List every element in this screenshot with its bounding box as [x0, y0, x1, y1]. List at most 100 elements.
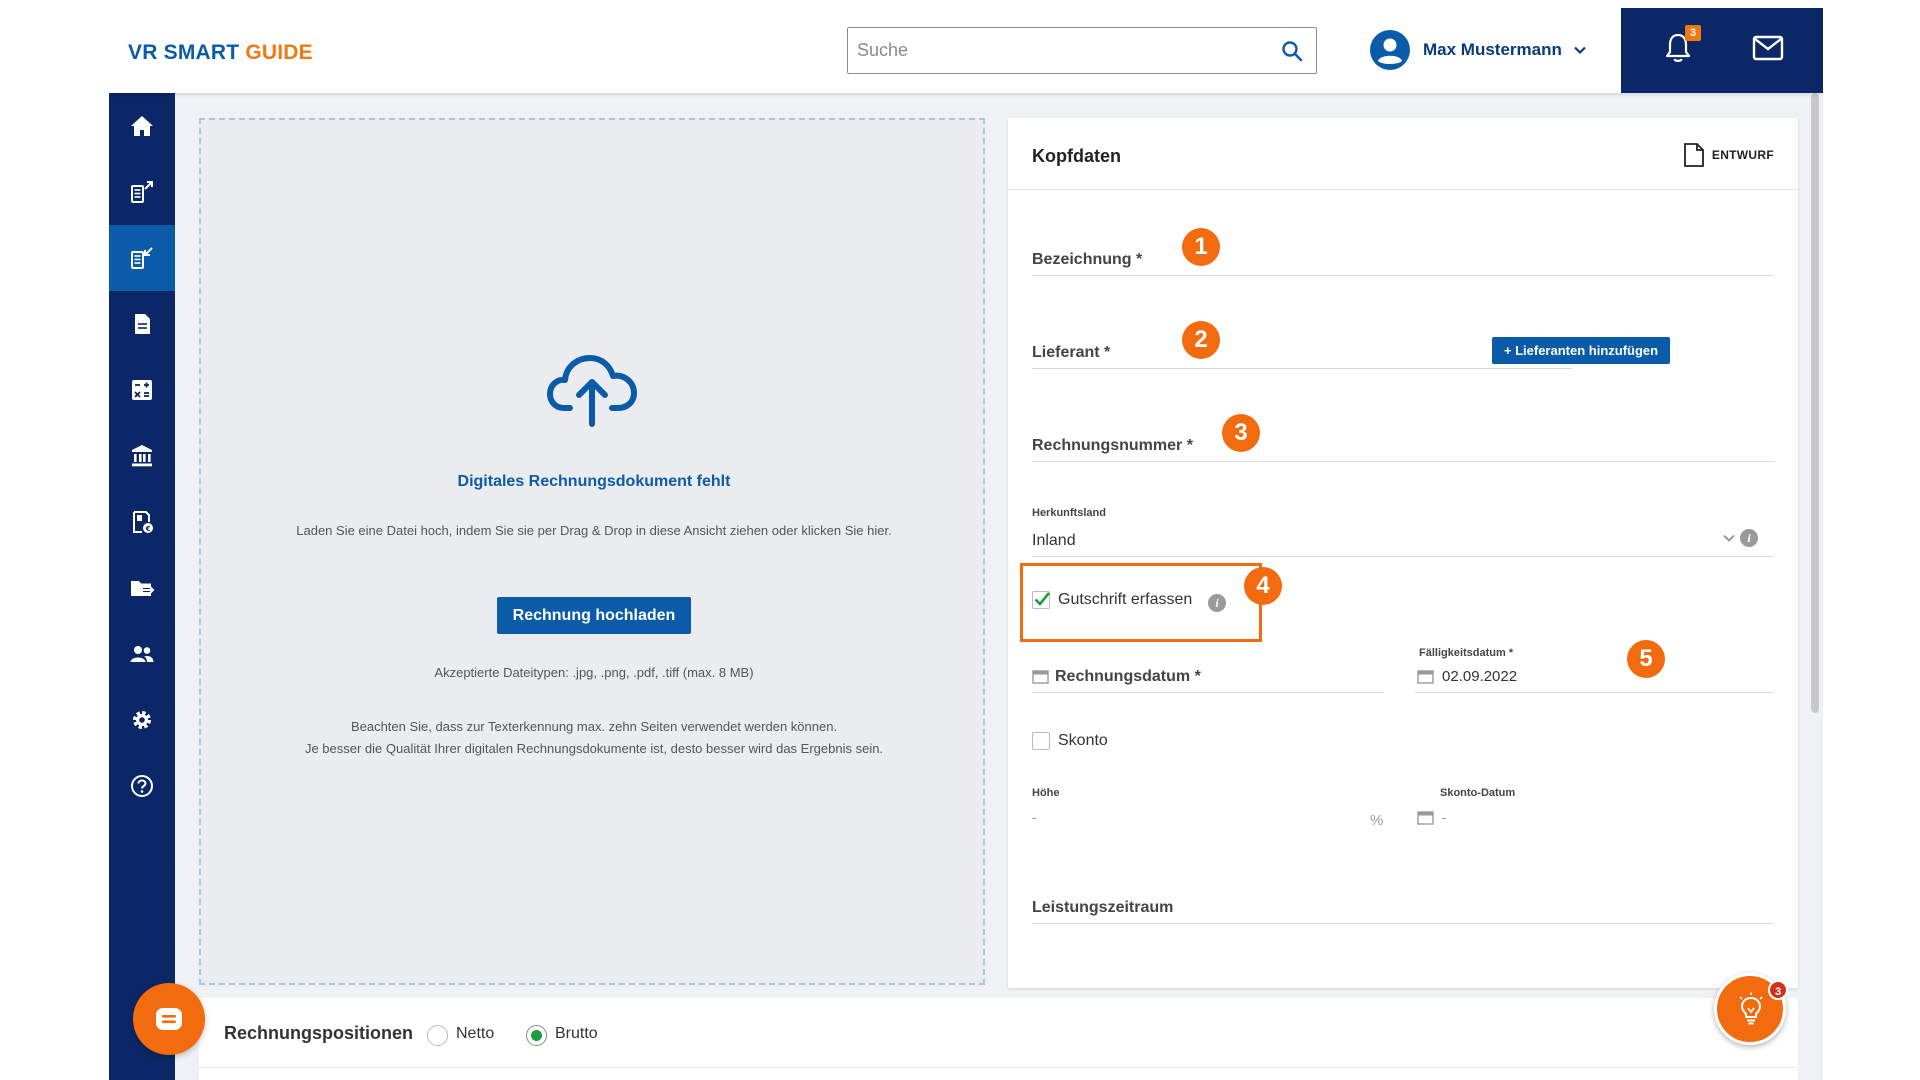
upload-description: Laden Sie eine Datei hoch, indem Sie sie… [296, 523, 892, 538]
sidebar-item-export[interactable] [109, 555, 175, 621]
invoice-positions-panel: Rechnungspositionen Netto Brutto [199, 998, 1798, 1080]
cloud-upload-icon [547, 355, 637, 427]
step-marker-3: 3 [1222, 414, 1260, 452]
sidebar-item-incoming-invoices[interactable] [109, 225, 175, 291]
chevron-down-icon[interactable] [1722, 531, 1736, 545]
gutschrift-checkbox[interactable] [1032, 591, 1051, 609]
user-name: Max Mustermann [1423, 40, 1562, 59]
skonto-datum-input[interactable]: - [1442, 809, 1447, 825]
brutto-radio[interactable] [526, 1025, 547, 1046]
app-frame: VR SMART GUIDE Max Mustermann [109, 8, 1823, 1080]
header-actions: 3 [1621, 8, 1823, 93]
mail-icon[interactable] [1752, 35, 1784, 61]
calendar-icon[interactable] [1417, 810, 1434, 825]
calendar-icon[interactable] [1417, 669, 1434, 684]
sidebar-item-bank[interactable] [109, 423, 175, 489]
incoming-invoice-icon [131, 247, 153, 269]
netto-radio[interactable] [427, 1025, 448, 1046]
people-icon [130, 646, 154, 662]
calculator-icon [132, 380, 152, 400]
home-icon [131, 116, 153, 136]
step-marker-1: 1 [1182, 228, 1220, 266]
upload-invoice-button[interactable]: Rechnung hochladen [497, 597, 691, 634]
bezeichnung-input[interactable] [1032, 275, 1774, 276]
brutto-label[interactable]: Brutto [555, 1025, 598, 1043]
step-marker-5: 5 [1627, 640, 1665, 678]
faelligkeitsdatum-underline [1415, 692, 1774, 693]
info-icon[interactable]: i [1740, 529, 1758, 547]
upload-title: Digitales Rechnungsdokument fehlt [457, 473, 731, 490]
invoice-upload-dropzone[interactable]: Digitales Rechnungsdokument fehlt Laden … [199, 118, 985, 985]
skonto-datum-label: Skonto-Datum [1440, 787, 1516, 799]
checkmark-icon [1034, 592, 1051, 606]
document-icon [135, 314, 150, 334]
help-icon [131, 775, 153, 797]
panel-title: Kopfdaten [1032, 146, 1121, 166]
netto-label[interactable]: Netto [456, 1025, 494, 1043]
faelligkeitsdatum-label: Fälligkeitsdatum * [1419, 647, 1514, 659]
hoehe-label: Höhe [1032, 787, 1060, 799]
sidebar-item-help[interactable] [109, 753, 175, 819]
top-header: VR SMART GUIDE Max Mustermann [109, 8, 1823, 93]
step-marker-2: 2 [1182, 321, 1220, 359]
gutschrift-info-icon[interactable]: i [1208, 594, 1226, 612]
bank-icon [132, 445, 152, 467]
rechnungsnummer-input[interactable] [1032, 461, 1774, 462]
sidebar-item-contacts[interactable] [109, 621, 175, 687]
panel-header: Kopfdaten ENTWURF [1008, 118, 1798, 190]
sidebar-item-outgoing-invoices[interactable] [109, 159, 175, 225]
page-scrollbar[interactable] [1811, 93, 1819, 713]
rechnungsdatum-label: Rechnungsdatum * [1055, 668, 1201, 685]
sidebar-item-receipts[interactable]: € [109, 489, 175, 555]
lieferant-input[interactable] [1032, 368, 1572, 369]
search-box [847, 27, 1317, 74]
logo-guide: GUIDE [245, 41, 313, 64]
search-icon[interactable] [1280, 39, 1304, 63]
add-supplier-button[interactable]: + Lieferanten hinzufügen [1492, 337, 1670, 364]
svg-text:€: € [145, 525, 151, 533]
app-logo[interactable]: VR SMART GUIDE [128, 41, 313, 65]
ocr-note-line2: Je besser die Qualität Ihrer digitalen R… [304, 741, 884, 756]
positions-divider [199, 1067, 1798, 1068]
sidebar-item-documents[interactable] [109, 291, 175, 357]
header-data-panel: Kopfdaten ENTWURF Bezeichnung * 1 Liefer… [1008, 118, 1798, 988]
search-input[interactable] [857, 28, 1257, 73]
ocr-note-line1: Beachten Sie, dass zur Texterkennung max… [350, 719, 838, 734]
outgoing-invoice-icon [131, 181, 153, 203]
rechnungsdatum-input[interactable] [1032, 692, 1384, 693]
skonto-checkbox[interactable] [1032, 732, 1050, 750]
skonto-label[interactable]: Skonto [1058, 732, 1108, 750]
notification-badge: 3 [1685, 25, 1701, 41]
lightbulb-icon [1739, 992, 1763, 1025]
bezeichnung-label: Bezeichnung * [1032, 251, 1143, 268]
positions-title: Rechnungspositionen [224, 1023, 413, 1043]
sidebar-nav: € [109, 93, 175, 1080]
gear-icon [133, 711, 151, 729]
hoehe-input[interactable]: - [1032, 809, 1037, 825]
calendar-icon[interactable] [1032, 669, 1049, 684]
draft-status-label: ENTWURF [1711, 148, 1774, 162]
sidebar-item-home[interactable] [109, 93, 175, 159]
percent-sign: % [1370, 812, 1384, 829]
chat-button[interactable] [133, 983, 205, 1055]
receipt-icon: € [133, 511, 153, 533]
faelligkeitsdatum-value[interactable]: 02.09.2022 [1442, 668, 1517, 685]
sidebar-item-accounting[interactable] [109, 357, 175, 423]
herkunftsland-value[interactable]: Inland [1032, 532, 1076, 550]
leistungszeitraum-input[interactable] [1032, 923, 1774, 924]
lieferant-label: Lieferant * [1032, 344, 1111, 361]
draft-status: ENTWURF [1683, 142, 1774, 168]
leistungszeitraum-label: Leistungszeitraum [1032, 899, 1174, 916]
draft-document-icon [1684, 143, 1704, 167]
tips-badge: 3 [1768, 980, 1788, 1000]
chevron-down-icon [1574, 46, 1586, 55]
rechnungsnummer-label: Rechnungsnummer * [1032, 437, 1193, 454]
logo-vr-smart: VR SMART [128, 41, 240, 64]
herkunftsland-underline [1032, 556, 1774, 557]
user-menu[interactable]: Max Mustermann [1370, 30, 1588, 70]
gutschrift-label[interactable]: Gutschrift erfassen [1058, 591, 1192, 609]
chat-icon [156, 1008, 182, 1030]
sidebar-item-settings[interactable] [109, 687, 175, 753]
accepted-file-types: Akzeptierte Dateitypen: .jpg, .png, .pdf… [434, 665, 754, 680]
user-avatar-icon [1370, 30, 1410, 70]
